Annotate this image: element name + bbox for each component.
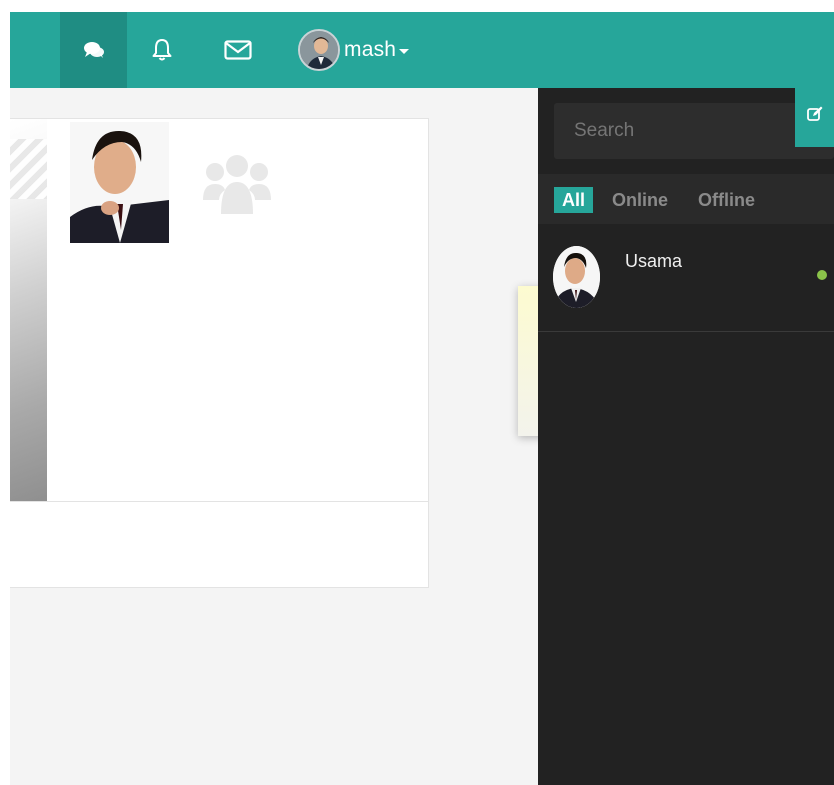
online-status-dot xyxy=(817,270,827,280)
messages-button[interactable] xyxy=(218,12,258,88)
user-menu[interactable]: mash xyxy=(298,12,438,88)
filter-tab-online[interactable]: Online xyxy=(612,187,668,213)
avatar xyxy=(298,29,340,71)
search-input[interactable] xyxy=(554,103,834,159)
mail-icon xyxy=(224,40,252,60)
profile-photo[interactable] xyxy=(70,122,169,243)
main-content xyxy=(10,88,538,785)
cover-image xyxy=(10,119,47,501)
caret-down-icon xyxy=(399,48,410,54)
top-navbar: mash xyxy=(10,12,834,88)
filter-tab-all[interactable]: All xyxy=(554,187,593,213)
card-divider xyxy=(10,501,429,502)
filter-bar: All Online Offline xyxy=(538,174,834,224)
filter-tab-offline[interactable]: Offline xyxy=(698,187,755,213)
profile-card xyxy=(10,118,429,588)
edit-icon xyxy=(806,106,823,122)
user-name: mash xyxy=(344,38,397,61)
notifications-button[interactable] xyxy=(144,12,180,88)
group-icon xyxy=(203,152,271,216)
chat-button[interactable] xyxy=(60,12,127,88)
contact-name: Usama xyxy=(625,251,683,271)
chat-icon xyxy=(83,41,105,59)
bell-icon xyxy=(152,38,172,62)
compose-button[interactable] xyxy=(795,88,834,147)
chat-sidebar: All Online Offline Usama xyxy=(538,88,834,785)
contact-avatar xyxy=(553,246,600,308)
contact-item[interactable]: Usama xyxy=(538,225,834,332)
